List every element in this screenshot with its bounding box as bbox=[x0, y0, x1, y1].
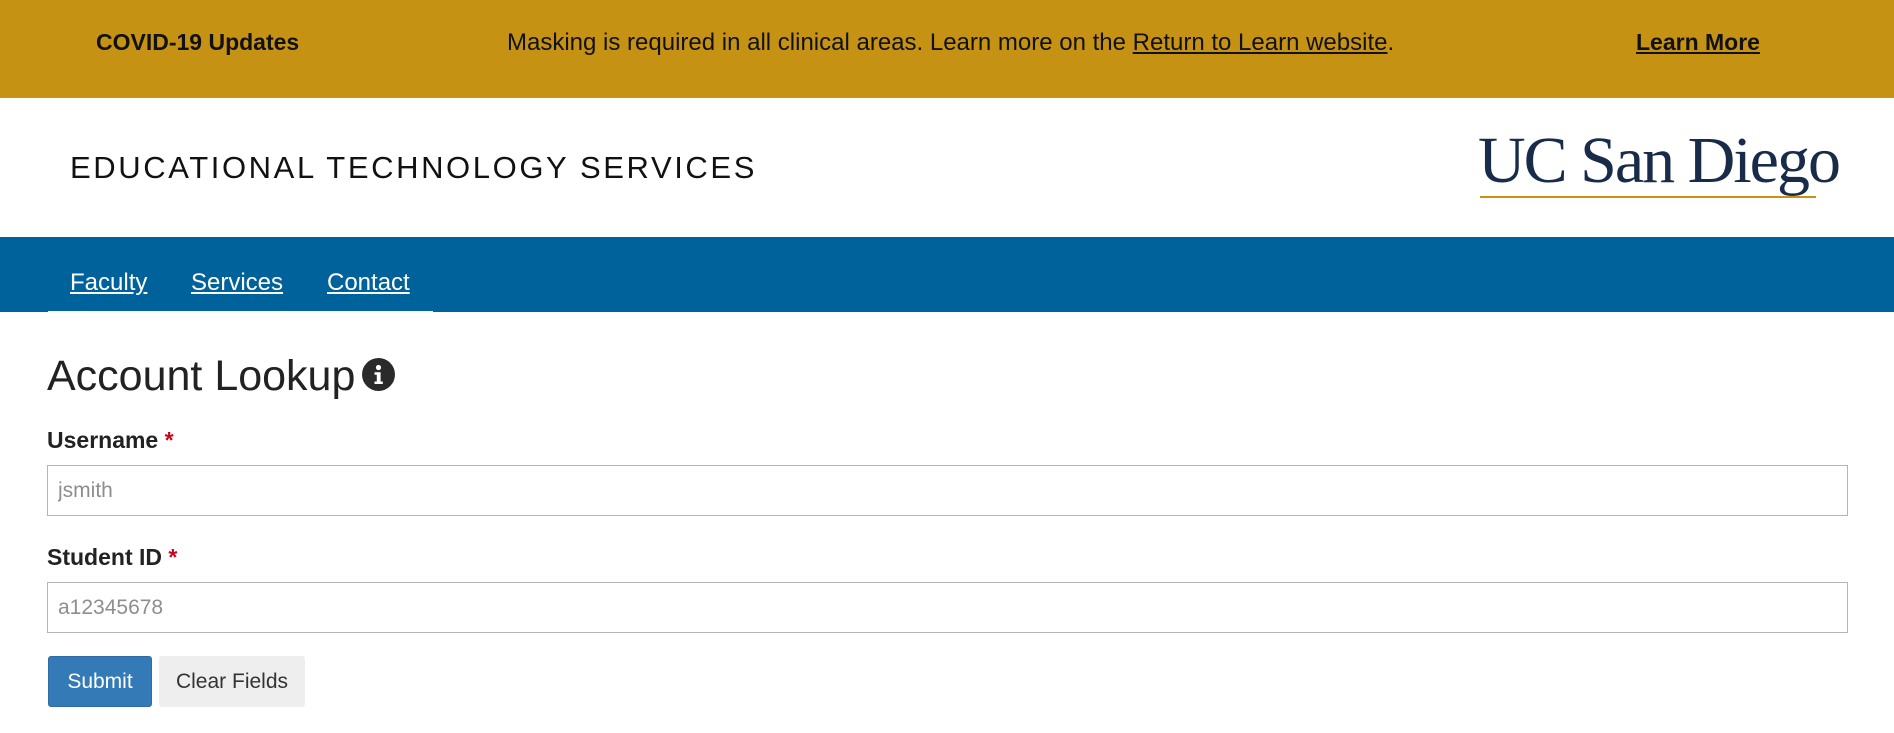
username-input[interactable] bbox=[47, 465, 1848, 516]
main-nav: Faculty Services Contact bbox=[0, 237, 1894, 314]
submit-button[interactable]: Submit bbox=[48, 656, 152, 707]
clear-fields-button[interactable]: Clear Fields bbox=[159, 656, 305, 707]
username-label: Username * bbox=[47, 427, 174, 454]
logo-underline bbox=[1480, 196, 1816, 198]
logo-wordmark: UC San Diego bbox=[1478, 124, 1841, 197]
alert-message-text: Masking is required in all clinical area… bbox=[507, 29, 1133, 56]
student-id-input[interactable] bbox=[47, 582, 1848, 633]
username-label-text: Username bbox=[47, 427, 159, 453]
learn-more-link[interactable]: Learn More bbox=[1636, 29, 1760, 56]
nav-items: Faculty Services Contact bbox=[48, 237, 433, 314]
student-id-label: Student ID * bbox=[47, 544, 177, 571]
student-id-label-text: Student ID bbox=[47, 544, 162, 570]
covid-alert-bar: COVID-19 Updates Masking is required in … bbox=[0, 0, 1894, 98]
nav-item-faculty[interactable]: Faculty bbox=[70, 269, 147, 297]
nav-item-contact[interactable]: Contact bbox=[327, 269, 410, 297]
alert-title: COVID-19 Updates bbox=[96, 29, 300, 55]
site-header: EDUCATIONAL TECHNOLOGY SERVICES UC San D… bbox=[0, 98, 1894, 237]
info-circle-glyph bbox=[374, 364, 383, 384]
required-marker: * bbox=[164, 427, 174, 453]
nav-item-services[interactable]: Services bbox=[191, 269, 283, 297]
alert-message-end: . bbox=[1387, 29, 1395, 56]
page-title: Account Lookup bbox=[47, 352, 356, 400]
alert-message: Masking is required in all clinical area… bbox=[507, 29, 1394, 57]
required-marker: * bbox=[168, 544, 178, 570]
return-to-learn-link[interactable]: Return to Learn website bbox=[1133, 29, 1388, 56]
site-title[interactable]: EDUCATIONAL TECHNOLOGY SERVICES bbox=[70, 150, 757, 186]
uc-san-diego-logo[interactable]: UC San Diego bbox=[1478, 124, 1841, 203]
info-circle-icon[interactable] bbox=[362, 358, 395, 391]
